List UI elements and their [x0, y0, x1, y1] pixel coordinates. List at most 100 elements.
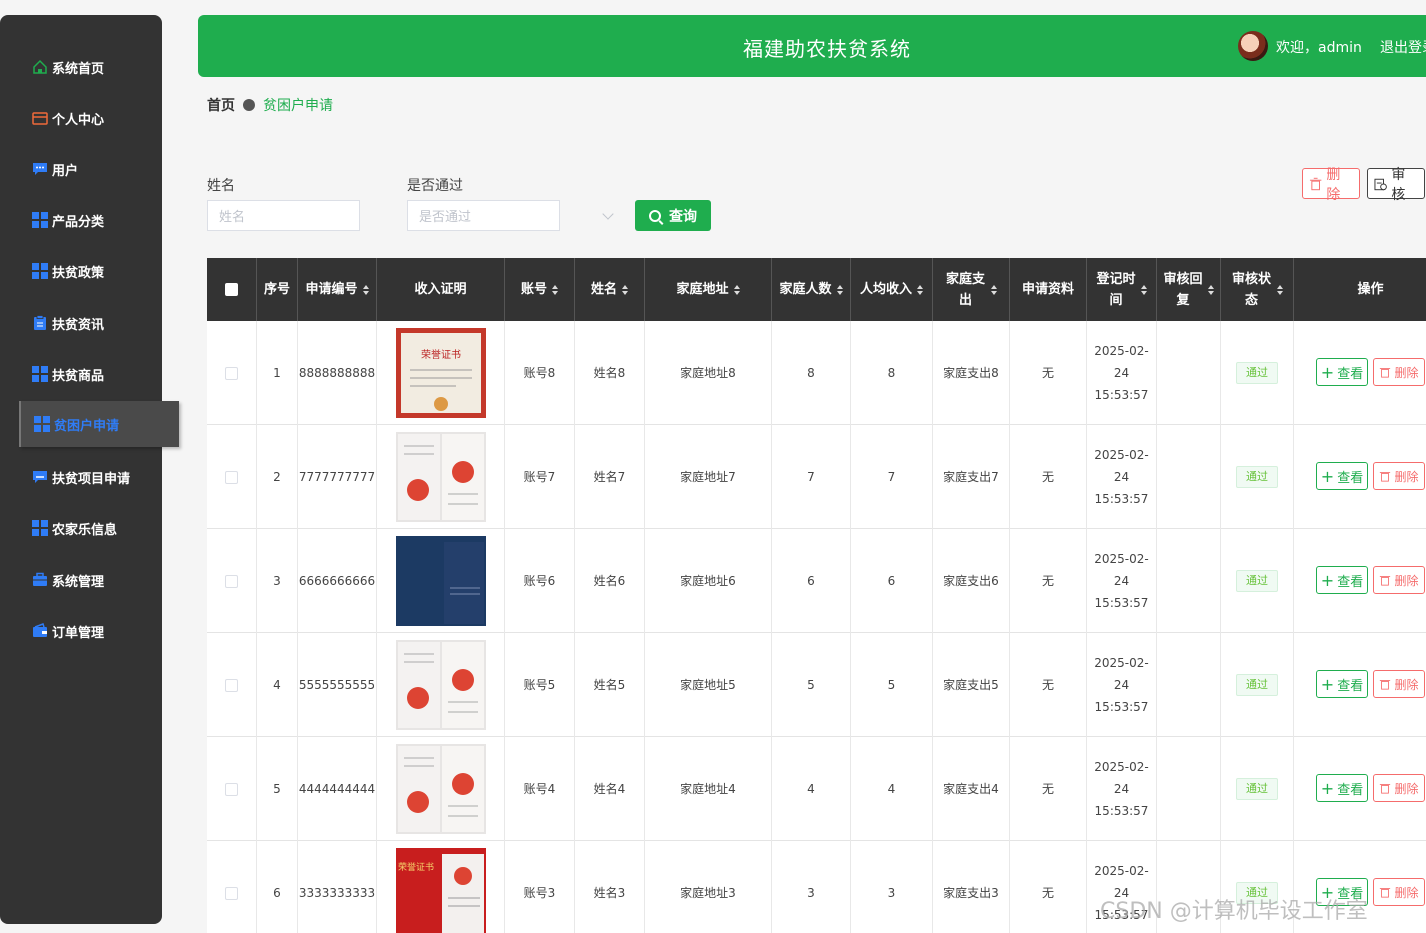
row-delete-button[interactable]: 删除 [1373, 670, 1425, 698]
cell-expense: 家庭支出7 [933, 425, 1010, 529]
income-proof-thumbnail[interactable]: 荣誉证书 [377, 841, 505, 933]
audit-label: 审核 [1391, 166, 1406, 203]
plus-icon: + [1320, 778, 1335, 798]
cell-app-no: 8888888888 [298, 321, 377, 425]
sidebar-item-goods[interactable]: 扶贫商品 [0, 354, 162, 394]
cell-family-size: 8 [772, 321, 851, 425]
view-button[interactable]: + 查看 [1316, 462, 1368, 490]
table-row: 5 4444444444 账号4 姓名4 家庭地址4 4 4 家庭支出4 无 2025-02-24… [207, 737, 1426, 841]
cell-index: 6 [257, 841, 298, 933]
sidebar-item-users[interactable]: 用户 [0, 149, 162, 189]
income-proof-thumbnail[interactable] [377, 425, 505, 529]
sidebar-item-system[interactable]: 系统管理 [0, 560, 162, 600]
batch-delete-button[interactable]: 删除 [1302, 167, 1360, 203]
audit-button[interactable]: 审核 [1367, 167, 1425, 203]
income-proof-thumbnail[interactable]: 荣誉证书 [377, 321, 505, 425]
view-button[interactable]: + 查看 [1316, 670, 1368, 698]
name-search-input[interactable]: 姓名 [207, 200, 360, 231]
cell-expense: 家庭支出6 [933, 529, 1010, 633]
row-checkbox[interactable] [225, 678, 238, 692]
cell-index: 1 [257, 321, 298, 425]
sidebar-item-home[interactable]: 系统首页 [0, 47, 162, 87]
briefcase-icon [32, 572, 48, 588]
income-proof-thumbnail[interactable] [377, 737, 505, 841]
cell-family-size: 6 [772, 529, 851, 633]
cell-address: 家庭地址6 [645, 529, 772, 633]
cell-expense: 家庭支出3 [933, 841, 1010, 933]
row-checkbox[interactable] [225, 782, 238, 796]
status-badge: 通过 [1236, 778, 1278, 800]
view-button[interactable]: + 查看 [1316, 774, 1368, 802]
trash-icon [1309, 177, 1322, 190]
sidebar-item-policy[interactable]: 扶贫政策 [0, 251, 162, 291]
col-account[interactable]: 账号 [505, 258, 575, 321]
income-proof-thumbnail[interactable] [377, 529, 505, 633]
cell-account: 账号4 [505, 737, 575, 841]
cell-reg-time: 2025-02-24 15:53:57 [1087, 321, 1157, 425]
status-badge: 通过 [1236, 570, 1278, 592]
row-delete-button[interactable]: 删除 [1373, 566, 1425, 594]
cell-app-no: 5555555555 [298, 633, 377, 737]
sidebar-item-profile[interactable]: 个人中心 [0, 98, 162, 138]
sidebar-item-label: 用户 [52, 163, 79, 179]
col-app-no[interactable]: 申请编号 [298, 258, 377, 321]
cell-select[interactable] [207, 737, 257, 841]
chevron-down-icon[interactable] [602, 208, 614, 220]
row-checkbox[interactable] [225, 886, 238, 900]
passed-select[interactable]: 是否通过 [407, 200, 560, 231]
cell-select[interactable] [207, 425, 257, 529]
cell-materials: 无 [1010, 633, 1087, 737]
view-button[interactable]: + 查看 [1316, 566, 1368, 594]
income-proof-thumbnail[interactable] [377, 633, 505, 737]
cell-audit-reply [1157, 737, 1221, 841]
cell-name: 姓名4 [575, 737, 645, 841]
cell-select[interactable] [207, 321, 257, 425]
col-address[interactable]: 家庭地址 [645, 258, 772, 321]
cell-address: 家庭地址8 [645, 321, 772, 425]
col-audit-reply[interactable]: 审核回复 [1157, 258, 1221, 321]
cell-select[interactable] [207, 529, 257, 633]
row-checkbox[interactable] [225, 574, 238, 588]
cell-index: 3 [257, 529, 298, 633]
cell-account: 账号5 [505, 633, 575, 737]
cell-select[interactable] [207, 633, 257, 737]
svg-text:荣誉证书: 荣誉证书 [421, 348, 461, 361]
col-per-capita-income[interactable]: 人均收入 [851, 258, 933, 321]
cell-app-no: 7777777777 [298, 425, 377, 529]
sidebar-item-orders[interactable]: 订单管理 [0, 611, 162, 651]
sidebar-item-farm-stay[interactable]: 农家乐信息 [0, 508, 162, 548]
view-button[interactable]: + 查看 [1316, 358, 1368, 386]
row-delete-button[interactable]: 删除 [1373, 774, 1425, 802]
row-delete-button[interactable]: 删除 [1373, 358, 1425, 386]
col-name[interactable]: 姓名 [575, 258, 645, 321]
trash-icon [1380, 680, 1391, 690]
cell-audit-reply [1157, 633, 1221, 737]
table-header: 序号 申请编号 收入证明 账号 姓名 家庭地址 家庭人数 人均收入 家庭支出 申… [207, 258, 1426, 321]
status-badge: 通过 [1236, 466, 1278, 488]
col-materials: 申请资料 [1010, 258, 1087, 321]
avatar[interactable] [1238, 31, 1268, 61]
row-delete-button[interactable]: 删除 [1373, 878, 1425, 906]
table-row: 2 7777777777 账号7 姓名7 家庭地址7 7 7 家庭支出7 无 2025-02-24… [207, 425, 1426, 529]
logout-link[interactable]: 退出登录 [1380, 37, 1426, 57]
col-expense[interactable]: 家庭支出 [933, 258, 1010, 321]
cell-per-capita-income: 5 [851, 633, 933, 737]
row-checkbox[interactable] [225, 366, 238, 380]
row-delete-button[interactable]: 删除 [1373, 462, 1425, 490]
select-all-checkbox[interactable] [207, 258, 257, 321]
cell-per-capita-income: 4 [851, 737, 933, 841]
sidebar-item-news[interactable]: 扶贫资讯 [0, 303, 162, 343]
sidebar-item-poor-household-application[interactable]: 贫困户申请 [19, 401, 179, 447]
breadcrumb-home[interactable]: 首页 [207, 95, 235, 115]
cell-family-size: 4 [772, 737, 851, 841]
query-button[interactable]: 查询 [635, 200, 711, 231]
sidebar-item-project-application[interactable]: 扶贫项目申请 [0, 457, 162, 497]
cell-reg-time: 2025-02-24 15:53:57 [1087, 633, 1157, 737]
col-reg-time[interactable]: 登记时间 [1087, 258, 1157, 321]
cell-select[interactable] [207, 841, 257, 933]
col-index: 序号 [257, 258, 298, 321]
row-checkbox[interactable] [225, 470, 238, 484]
sidebar-item-product-category[interactable]: 产品分类 [0, 200, 162, 240]
col-audit-status[interactable]: 审核状态 [1221, 258, 1294, 321]
col-family-size[interactable]: 家庭人数 [772, 258, 851, 321]
